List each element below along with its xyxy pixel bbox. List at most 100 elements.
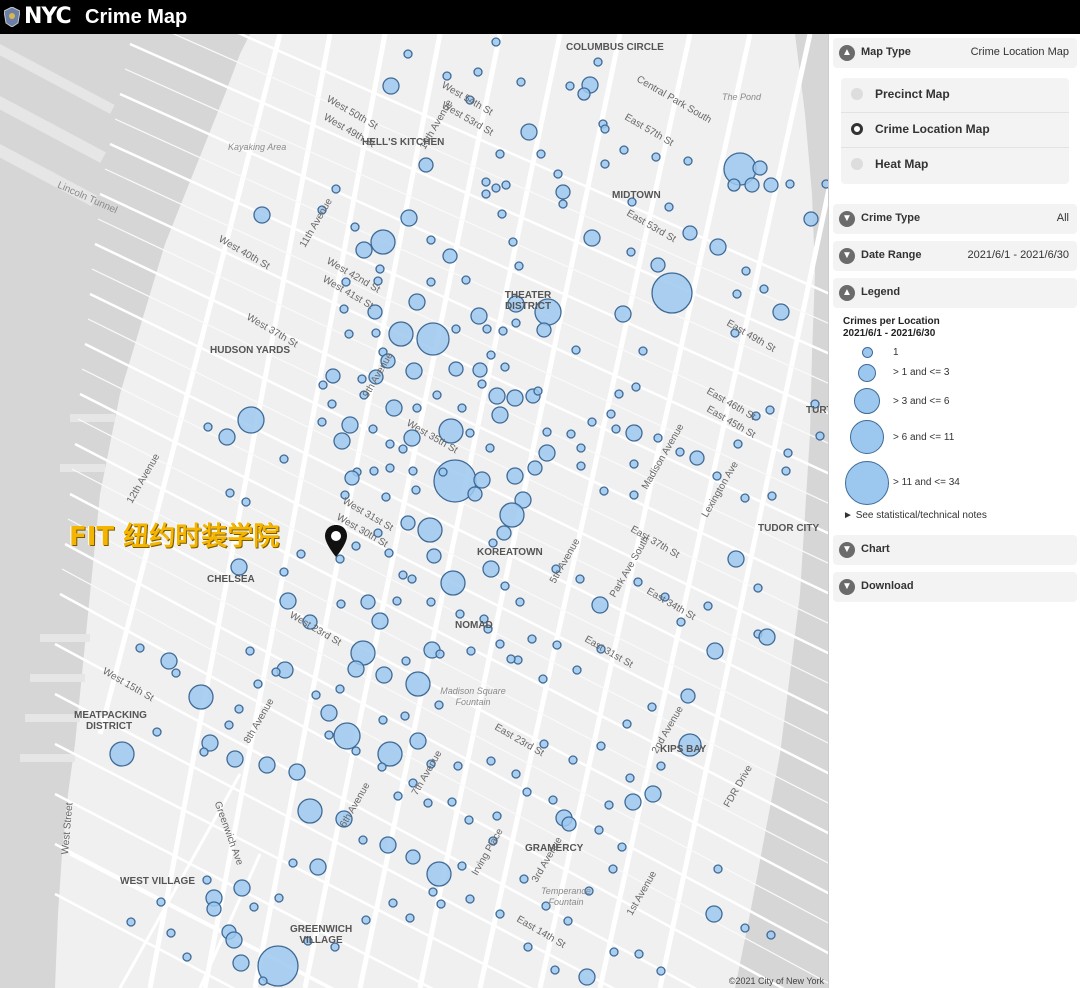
crime-location-marker[interactable] <box>435 649 445 659</box>
crime-location-marker[interactable] <box>426 277 436 287</box>
crime-location-marker[interactable] <box>472 362 488 378</box>
crime-location-marker[interactable] <box>576 461 586 471</box>
crime-location-marker[interactable] <box>378 715 388 725</box>
crime-location-marker[interactable] <box>644 785 662 803</box>
crime-location-marker[interactable] <box>647 702 657 712</box>
crime-location-marker[interactable] <box>384 548 394 558</box>
crime-location-marker[interactable] <box>416 322 450 356</box>
crime-location-marker[interactable] <box>740 923 750 933</box>
crime-location-marker[interactable] <box>331 184 341 194</box>
crime-location-marker[interactable] <box>548 795 558 805</box>
crime-location-marker[interactable] <box>369 466 379 476</box>
crime-location-marker[interactable] <box>651 272 693 314</box>
crime-location-marker[interactable] <box>683 156 693 166</box>
crime-type-header[interactable]: ▼ Crime Type All <box>833 204 1077 234</box>
crime-location-marker[interactable] <box>577 87 591 101</box>
crime-location-marker[interactable] <box>727 178 741 192</box>
crime-location-marker[interactable] <box>392 596 402 606</box>
crime-location-marker[interactable] <box>594 825 604 835</box>
crime-location-marker[interactable] <box>470 307 488 325</box>
crime-location-marker[interactable] <box>533 386 543 396</box>
crime-location-marker[interactable] <box>653 433 663 443</box>
crime-location-marker[interactable] <box>385 463 395 473</box>
option-crime-location-map[interactable]: Crime Location Map <box>841 113 1069 148</box>
crime-location-marker[interactable] <box>426 548 442 564</box>
crime-location-marker[interactable] <box>599 486 609 496</box>
crime-location-marker[interactable] <box>783 448 793 458</box>
crime-location-marker[interactable] <box>703 601 713 611</box>
location-pin-icon[interactable] <box>323 524 349 558</box>
crime-location-marker[interactable] <box>274 893 284 903</box>
crime-location-marker[interactable] <box>324 730 334 740</box>
crime-location-marker[interactable] <box>542 427 552 437</box>
crime-location-marker[interactable] <box>311 690 321 700</box>
map-type-header[interactable]: ▲ Map Type Crime Location Map <box>833 38 1077 68</box>
crime-location-marker[interactable] <box>325 368 341 384</box>
crime-location-marker[interactable] <box>400 711 410 721</box>
crime-location-marker[interactable] <box>508 237 518 247</box>
crime-location-marker[interactable] <box>600 124 610 134</box>
crime-location-marker[interactable] <box>405 913 415 923</box>
crime-location-marker[interactable] <box>732 289 742 299</box>
crime-location-marker[interactable] <box>608 864 618 874</box>
crime-location-marker[interactable] <box>426 597 436 607</box>
crime-location-marker[interactable] <box>232 954 250 972</box>
crime-location-marker[interactable] <box>400 515 416 531</box>
crime-location-marker[interactable] <box>785 179 795 189</box>
crime-location-marker[interactable] <box>587 417 597 427</box>
crime-location-marker[interactable] <box>279 454 289 464</box>
notes-label[interactable]: See statistical/technical notes <box>856 510 987 521</box>
crime-location-marker[interactable] <box>516 77 526 87</box>
crime-location-marker[interactable] <box>371 328 381 338</box>
crime-location-marker[interactable] <box>466 646 476 656</box>
crime-location-marker[interactable] <box>318 380 328 390</box>
crime-location-marker[interactable] <box>230 558 248 576</box>
crime-location-marker[interactable] <box>561 816 577 832</box>
crime-location-marker[interactable] <box>485 443 495 453</box>
crime-location-marker[interactable] <box>166 928 176 938</box>
crime-location-marker[interactable] <box>727 550 745 568</box>
crime-location-marker[interactable] <box>225 931 243 949</box>
crime-location-marker[interactable] <box>473 471 491 489</box>
crime-location-marker[interactable] <box>447 797 457 807</box>
crime-location-marker[interactable] <box>358 835 368 845</box>
crime-location-marker[interactable] <box>206 901 222 917</box>
crime-location-marker[interactable] <box>426 861 452 887</box>
crime-location-marker[interactable] <box>538 674 548 684</box>
crime-location-marker[interactable] <box>713 864 723 874</box>
radio-selected-icon[interactable] <box>851 123 863 135</box>
crime-map[interactable]: COLUMBUS CIRCLE HELL'S KITCHEN MIDTOWN T… <box>0 34 828 988</box>
crime-location-marker[interactable] <box>333 432 351 450</box>
crime-location-marker[interactable] <box>519 874 529 884</box>
crime-location-marker[interactable] <box>499 502 525 528</box>
crime-location-marker[interactable] <box>492 811 502 821</box>
crime-location-marker[interactable] <box>527 460 543 476</box>
crime-location-marker[interactable] <box>360 594 376 610</box>
crime-location-marker[interactable] <box>606 409 616 419</box>
crime-location-marker[interactable] <box>317 417 327 427</box>
crime-location-marker[interactable] <box>651 152 661 162</box>
crime-location-marker[interactable] <box>428 887 438 897</box>
crime-location-marker[interactable] <box>279 567 289 577</box>
crime-location-marker[interactable] <box>202 875 212 885</box>
crime-location-marker[interactable] <box>320 704 338 722</box>
crime-location-marker[interactable] <box>506 654 516 664</box>
chevron-down-icon[interactable]: ▼ <box>839 248 855 264</box>
crime-location-marker[interactable] <box>495 149 505 159</box>
crime-location-marker[interactable] <box>486 350 496 360</box>
crime-location-marker[interactable] <box>536 322 552 338</box>
crime-location-marker[interactable] <box>538 444 556 462</box>
crime-location-marker[interactable] <box>379 836 397 854</box>
chevron-down-icon[interactable]: ▼ <box>839 542 855 558</box>
crime-location-marker[interactable] <box>664 202 674 212</box>
legend-header[interactable]: ▲ Legend <box>833 278 1077 308</box>
crime-location-marker[interactable] <box>709 238 727 256</box>
crime-location-marker[interactable] <box>377 762 387 772</box>
crime-location-marker[interactable] <box>401 656 411 666</box>
crime-location-marker[interactable] <box>258 976 268 986</box>
crime-location-marker[interactable] <box>296 549 306 559</box>
crime-location-marker[interactable] <box>218 428 236 446</box>
crime-location-marker[interactable] <box>398 444 408 454</box>
crime-location-marker[interactable] <box>417 517 443 543</box>
crime-location-marker[interactable] <box>249 902 259 912</box>
